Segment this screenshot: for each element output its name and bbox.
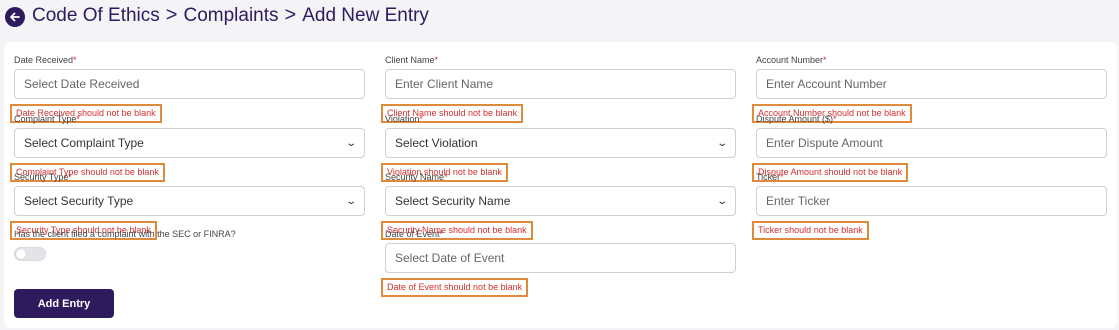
violation-field: Violation* Select Violation ⌄ Violation … — [381, 113, 736, 182]
breadcrumb: Code Of Ethics > Complaints > Add New En… — [32, 4, 429, 27]
form-card: Date Received* Select Date Received Date… — [4, 42, 1117, 328]
chevron-down-icon: ⌄ — [344, 195, 357, 207]
breadcrumb-item-code-of-ethics[interactable]: Code Of Ethics — [32, 5, 160, 27]
sec-finra-complaint-field: Has the client filed a complaint with th… — [14, 228, 365, 240]
breadcrumb-item-complaints[interactable]: Complaints — [183, 5, 278, 27]
sec-finra-complaint-label: Has the client filed a complaint with th… — [14, 229, 236, 239]
complaint-type-select[interactable]: Select Complaint Type ⌄ — [14, 128, 365, 158]
security-name-field: Security Name* Select Security Name ⌄ Se… — [381, 171, 736, 240]
complaint-type-field: Complaint Type* Select Complaint Type ⌄ … — [10, 113, 365, 182]
required-marker: * — [439, 229, 444, 239]
required-marker: * — [76, 114, 80, 124]
breadcrumb-separator: > — [165, 4, 178, 26]
ticker-input[interactable]: Enter Ticker — [756, 186, 1107, 216]
required-marker: * — [73, 55, 77, 65]
security-name-select[interactable]: Select Security Name ⌄ — [385, 186, 736, 216]
date-of-event-field: Date of Event* Select Date of Event Date… — [381, 228, 736, 297]
back-button[interactable] — [5, 7, 25, 27]
date-received-input[interactable]: Select Date Received — [14, 69, 365, 99]
ticker-error: Ticker should not be blank — [752, 221, 869, 240]
required-marker: * — [444, 172, 448, 182]
chevron-down-icon: ⌄ — [715, 137, 728, 149]
violation-select[interactable]: Select Violation ⌄ — [385, 128, 736, 158]
required-marker: * — [434, 55, 439, 65]
client-name-field: Client Name* Enter Client Name Client Na… — [381, 54, 736, 123]
date-received-field: Date Received* Select Date Received Date… — [10, 54, 365, 123]
client-name-label: Client Name — [385, 55, 435, 65]
required-marker: * — [823, 55, 827, 65]
required-marker: * — [780, 172, 784, 182]
violation-value: Select Violation — [395, 136, 478, 150]
complaint-type-value: Select Complaint Type — [24, 136, 144, 150]
account-number-input[interactable]: Enter Account Number — [756, 69, 1107, 99]
chevron-down-icon: ⌄ — [715, 195, 728, 207]
required-marker: * — [833, 114, 837, 124]
security-type-select[interactable]: Select Security Type ⌄ — [14, 186, 365, 216]
toggle-knob — [16, 249, 26, 259]
account-number-field: Account Number* Enter Account Number Acc… — [752, 54, 1107, 123]
security-type-label: Security Type — [14, 172, 69, 182]
date-of-event-label: Date of Event — [385, 229, 440, 239]
dispute-amount-label: Dispute Amount ($) — [756, 114, 834, 124]
breadcrumb-item-add-new-entry: Add New Entry — [302, 4, 429, 26]
chevron-down-icon: ⌄ — [344, 137, 357, 149]
date-of-event-input[interactable]: Select Date of Event — [385, 243, 736, 273]
page-header: Code Of Ethics > Complaints > Add New En… — [0, 0, 1119, 34]
client-name-input[interactable]: Enter Client Name — [385, 69, 736, 99]
violation-label: Violation — [385, 114, 420, 124]
required-marker: * — [419, 114, 423, 124]
arrow-left-icon — [10, 12, 20, 22]
dispute-amount-field: Dispute Amount ($)* Enter Dispute Amount… — [752, 113, 1107, 182]
breadcrumb-separator: > — [284, 4, 297, 26]
ticker-field: Ticker* Enter Ticker Ticker should not b… — [752, 171, 1107, 240]
date-of-event-error: Date of Event should not be blank — [381, 278, 529, 297]
date-received-label: Date Received — [14, 55, 74, 65]
required-marker: * — [68, 172, 72, 182]
dispute-amount-input[interactable]: Enter Dispute Amount — [756, 128, 1107, 158]
security-type-value: Select Security Type — [24, 194, 134, 208]
ticker-label: Ticker — [756, 172, 781, 182]
complaint-type-label: Complaint Type — [14, 114, 77, 124]
sec-finra-complaint-toggle[interactable] — [14, 247, 46, 261]
security-type-field: Security Type* Select Security Type ⌄ Se… — [10, 171, 365, 240]
security-name-value: Select Security Name — [395, 194, 511, 208]
account-number-label: Account Number — [756, 55, 824, 65]
security-name-label: Security Name — [385, 172, 445, 182]
add-entry-button[interactable]: Add Entry — [14, 289, 114, 318]
